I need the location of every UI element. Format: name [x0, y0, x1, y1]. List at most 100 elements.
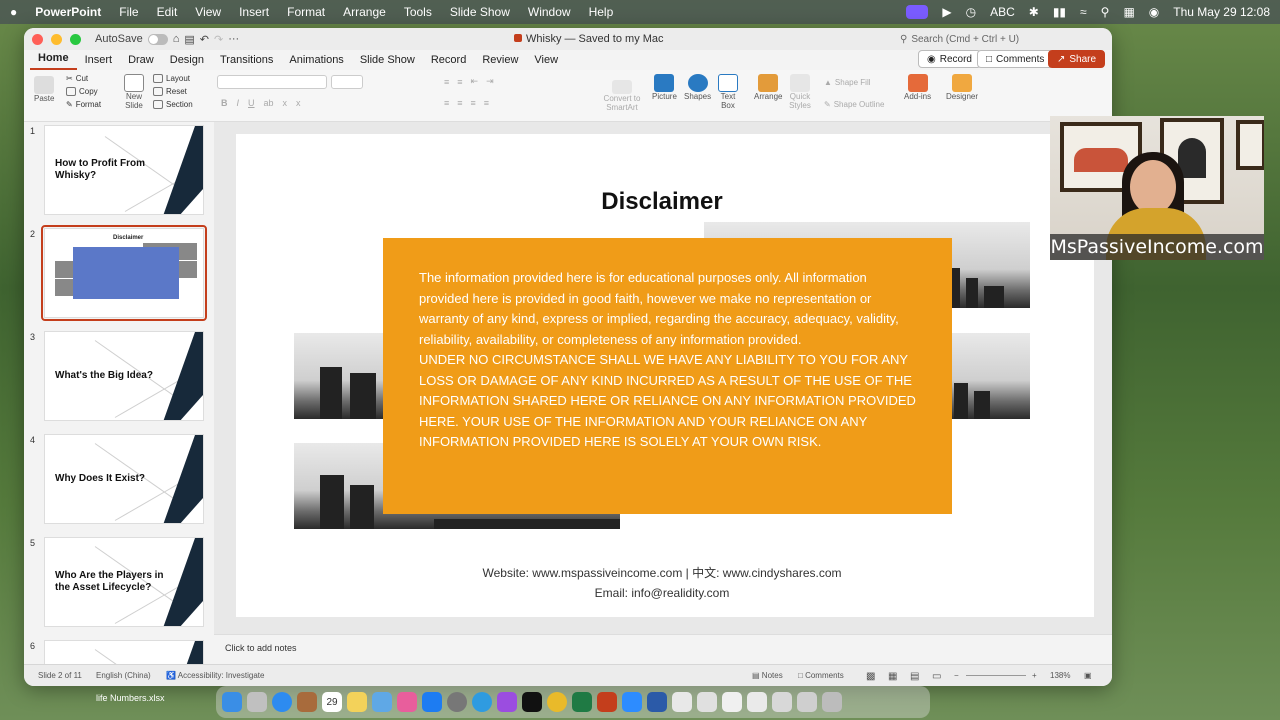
- menu-view[interactable]: View: [195, 5, 221, 19]
- zoom-slider[interactable]: [966, 675, 1026, 676]
- tab-design[interactable]: Design: [162, 54, 212, 70]
- reset-button[interactable]: Reset: [153, 87, 187, 96]
- chrome-icon[interactable]: [547, 692, 567, 712]
- menu-slide-show[interactable]: Slide Show: [450, 5, 510, 19]
- notes-app-icon[interactable]: [297, 692, 317, 712]
- new-slide-button[interactable]: New Slide: [124, 74, 144, 110]
- share-button[interactable]: ↗ Share: [1048, 50, 1106, 68]
- quick-styles-button[interactable]: Quick Styles: [788, 74, 812, 110]
- shape-fill-button[interactable]: ▲ Shape Fill: [824, 78, 871, 87]
- minimize-window-button[interactable]: [51, 33, 62, 45]
- shape-outline-button[interactable]: ✎ Shape Outline: [824, 100, 884, 109]
- menu-format[interactable]: Format: [287, 5, 325, 19]
- slide-thumbnail-4[interactable]: Why Does It Exist?: [44, 434, 204, 524]
- slide-title[interactable]: Disclaimer: [236, 188, 1088, 216]
- subscript-icon[interactable]: x: [283, 98, 288, 108]
- bluetooth-icon[interactable]: ✱: [1029, 5, 1039, 19]
- slide-thumbnail-1[interactable]: How to Profit From Whisky?: [44, 125, 204, 215]
- excel-icon[interactable]: [572, 692, 592, 712]
- record-button[interactable]: ◉ Record: [918, 50, 981, 68]
- play-icon[interactable]: ▶: [942, 5, 951, 19]
- reading-view-icon[interactable]: ▤: [910, 671, 919, 682]
- picture-button[interactable]: Picture: [652, 74, 677, 101]
- tab-view[interactable]: View: [526, 54, 566, 70]
- screen-record-icon[interactable]: [906, 5, 929, 19]
- document-icon[interactable]: [697, 692, 717, 712]
- apple-menu-icon[interactable]: ●: [10, 5, 17, 19]
- app-store-icon[interactable]: [422, 692, 442, 712]
- tab-slide-show[interactable]: Slide Show: [352, 54, 423, 70]
- bullets-icon[interactable]: ≡: [444, 77, 449, 87]
- tab-insert[interactable]: Insert: [77, 54, 121, 70]
- finder-icon[interactable]: [222, 692, 242, 712]
- slide-sorter-icon[interactable]: ▦: [888, 671, 897, 682]
- zoom-out-icon[interactable]: −: [954, 671, 959, 680]
- copy-button[interactable]: Copy: [66, 87, 98, 96]
- italic-icon[interactable]: I: [237, 98, 240, 108]
- footer-email[interactable]: Email: info@realidity.com: [236, 586, 1088, 600]
- text-box-button[interactable]: Text Box: [718, 74, 738, 110]
- notes-pane[interactable]: Click to add notes: [214, 634, 1112, 664]
- section-button[interactable]: Section: [153, 100, 193, 109]
- cut-button[interactable]: ✂ Cut: [66, 74, 88, 83]
- menu-file[interactable]: File: [119, 5, 138, 19]
- font-name-select[interactable]: [217, 75, 327, 89]
- siri-icon[interactable]: ◉: [1149, 5, 1159, 19]
- stickies-icon[interactable]: [347, 692, 367, 712]
- slide-thumbnail-6[interactable]: [44, 640, 204, 664]
- tab-review[interactable]: Review: [474, 54, 526, 70]
- align-right-icon[interactable]: ≡: [471, 98, 476, 108]
- notes-toggle[interactable]: ▤ Notes: [752, 671, 783, 680]
- paste-button[interactable]: Paste: [34, 76, 54, 103]
- podcasts-icon[interactable]: [497, 692, 517, 712]
- more-icon[interactable]: ···: [228, 33, 239, 45]
- powerpoint-icon[interactable]: [597, 692, 617, 712]
- tab-draw[interactable]: Draw: [120, 54, 162, 70]
- close-window-button[interactable]: [32, 33, 43, 45]
- clock-history-icon[interactable]: ◷: [966, 5, 976, 19]
- strikethrough-icon[interactable]: ab: [264, 98, 274, 108]
- bold-icon[interactable]: B: [221, 98, 228, 108]
- autosave-toggle[interactable]: [147, 33, 168, 45]
- screenshot-icon[interactable]: [722, 692, 742, 712]
- document-title[interactable]: Whisky — Saved to my Mac: [514, 33, 664, 45]
- slide-canvas[interactable]: Disclaimer The information provided here…: [236, 134, 1094, 617]
- increase-indent-icon[interactable]: ⇥: [486, 76, 494, 87]
- align-left-icon[interactable]: ≡: [444, 98, 449, 108]
- convert-to-smartart-button[interactable]: Convert to SmartArt: [602, 80, 642, 112]
- arrange-button[interactable]: Arrange: [754, 74, 782, 101]
- word-icon[interactable]: [647, 692, 667, 712]
- disclaimer-text-box[interactable]: The information provided here is for edu…: [383, 238, 952, 514]
- normal-view-icon[interactable]: ▩: [866, 671, 875, 682]
- search-input[interactable]: ⚲ Search (Cmd + Ctrl + U): [900, 31, 1102, 47]
- preview-icon[interactable]: [372, 692, 392, 712]
- tab-record[interactable]: Record: [423, 54, 474, 70]
- screenshot-icon[interactable]: [747, 692, 767, 712]
- screenshot-icon[interactable]: [797, 692, 817, 712]
- undo-icon[interactable]: ↶: [200, 33, 209, 46]
- photos-icon[interactable]: [397, 692, 417, 712]
- zoom-level[interactable]: 138%: [1050, 671, 1070, 680]
- tab-animations[interactable]: Animations: [281, 54, 351, 70]
- slide-thumbnail-5[interactable]: Who Are the Players in the Asset Lifecyc…: [44, 537, 204, 627]
- slide-thumbnail-3[interactable]: What's the Big Idea?: [44, 331, 204, 421]
- menu-insert[interactable]: Insert: [239, 5, 269, 19]
- launchpad-icon[interactable]: [247, 692, 267, 712]
- accessibility-check[interactable]: ♿ Accessibility: Investigate: [166, 671, 264, 680]
- tab-transitions[interactable]: Transitions: [212, 54, 281, 70]
- menu-edit[interactable]: Edit: [157, 5, 178, 19]
- comments-toggle[interactable]: □ Comments: [798, 671, 844, 680]
- battery-icon[interactable]: ▮▮: [1053, 5, 1066, 19]
- decrease-indent-icon[interactable]: ⇤: [471, 76, 479, 87]
- save-icon[interactable]: ▤: [184, 33, 194, 46]
- layout-button[interactable]: Layout: [153, 74, 190, 83]
- comments-button[interactable]: □ Comments: [977, 50, 1054, 68]
- tab-home[interactable]: Home: [30, 52, 77, 70]
- justify-icon[interactable]: ≡: [484, 98, 489, 108]
- font-size-select[interactable]: [331, 75, 363, 89]
- menu-tools[interactable]: Tools: [404, 5, 432, 19]
- zoom-app-icon[interactable]: [622, 692, 642, 712]
- menu-arrange[interactable]: Arrange: [343, 5, 386, 19]
- control-center-icon[interactable]: ▦: [1123, 5, 1134, 19]
- quicktime-icon[interactable]: [472, 692, 492, 712]
